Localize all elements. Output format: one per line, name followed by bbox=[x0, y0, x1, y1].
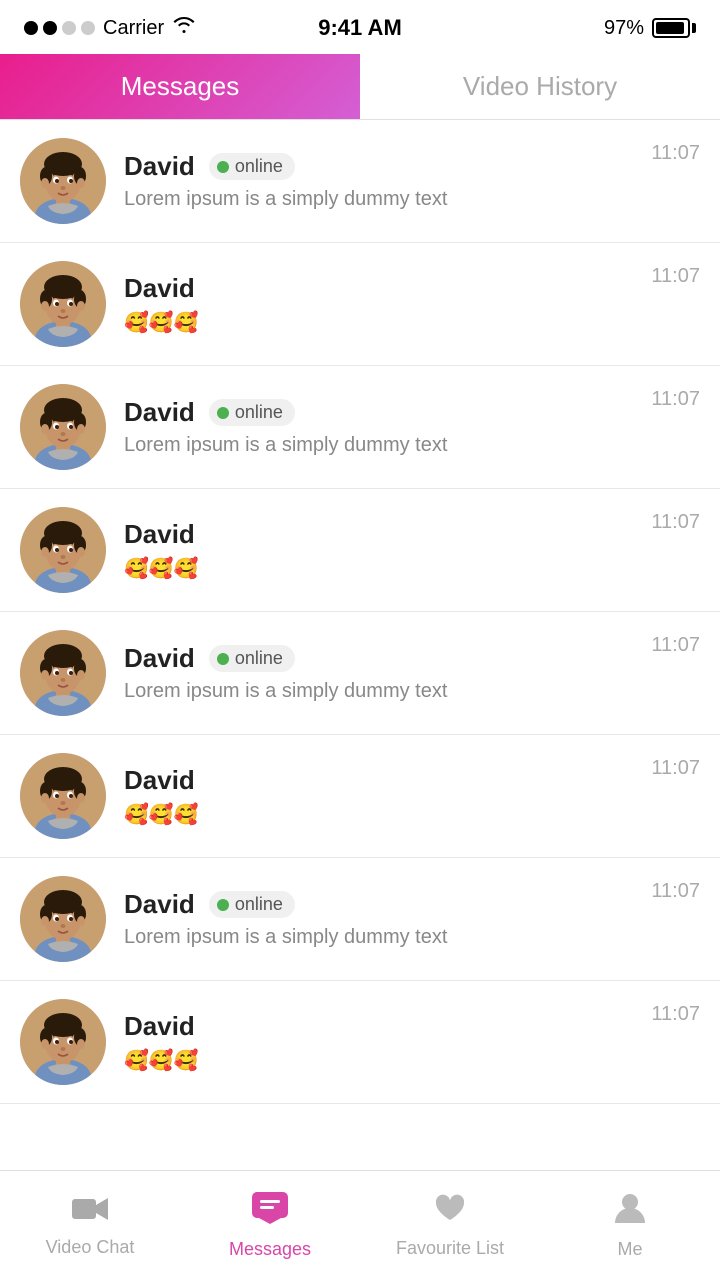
signal-dot-4 bbox=[81, 21, 95, 35]
tab-video-history[interactable]: Video History bbox=[360, 54, 720, 119]
signal-dot-3 bbox=[62, 21, 76, 35]
message-preview: Lorem ipsum is a simply dummy text bbox=[124, 926, 633, 949]
battery-icon bbox=[652, 18, 696, 38]
status-right: 97% bbox=[604, 17, 696, 40]
message-content: David online Lorem ipsum is a simply dum… bbox=[124, 151, 633, 211]
message-content: David 🥰🥰🥰 bbox=[124, 519, 633, 581]
message-time: 11:07 bbox=[651, 388, 700, 411]
nav-video-chat-label: Video Chat bbox=[46, 1237, 135, 1258]
message-content: David 🥰🥰🥰 bbox=[124, 765, 633, 827]
message-item[interactable]: David 🥰🥰🥰 11:07 bbox=[0, 243, 720, 366]
signal-dot-2 bbox=[43, 21, 57, 35]
message-time: 11:07 bbox=[651, 142, 700, 165]
message-name: David bbox=[124, 397, 195, 428]
message-item[interactable]: David 🥰🥰🥰 11:07 bbox=[0, 489, 720, 612]
wifi-icon bbox=[172, 16, 196, 40]
signal-dot-1 bbox=[24, 21, 38, 35]
message-preview: Lorem ipsum is a simply dummy text bbox=[124, 434, 633, 457]
nav-messages[interactable]: Messages bbox=[180, 1171, 360, 1280]
message-header: David bbox=[124, 1011, 633, 1042]
message-header: David bbox=[124, 519, 633, 550]
online-label: online bbox=[235, 648, 283, 669]
me-icon bbox=[614, 1191, 646, 1233]
message-content: David 🥰🥰🥰 bbox=[124, 1011, 633, 1073]
message-name: David bbox=[124, 765, 195, 796]
online-dot bbox=[217, 161, 229, 173]
video-chat-icon bbox=[71, 1194, 109, 1231]
message-content: David online Lorem ipsum is a simply dum… bbox=[124, 643, 633, 703]
nav-favourite-label: Favourite List bbox=[396, 1238, 504, 1259]
avatar bbox=[20, 753, 106, 839]
online-badge: online bbox=[209, 399, 295, 426]
battery-percent: 97% bbox=[604, 17, 644, 40]
avatar bbox=[20, 876, 106, 962]
online-dot bbox=[217, 407, 229, 419]
message-header: David online bbox=[124, 397, 633, 428]
status-bar: Carrier 9:41 AM 97% bbox=[0, 0, 720, 54]
message-item[interactable]: David online Lorem ipsum is a simply dum… bbox=[0, 858, 720, 981]
nav-video-chat[interactable]: Video Chat bbox=[0, 1171, 180, 1280]
message-name: David bbox=[124, 151, 195, 182]
tab-bar: Messages Video History bbox=[0, 54, 720, 120]
message-name: David bbox=[124, 519, 195, 550]
message-time: 11:07 bbox=[651, 511, 700, 534]
online-label: online bbox=[235, 156, 283, 177]
message-header: David bbox=[124, 765, 633, 796]
message-item[interactable]: David online Lorem ipsum is a simply dum… bbox=[0, 120, 720, 243]
message-preview: Lorem ipsum is a simply dummy text bbox=[124, 680, 633, 703]
signal-dots bbox=[24, 21, 95, 35]
message-header: David bbox=[124, 273, 633, 304]
avatar bbox=[20, 261, 106, 347]
message-time: 11:07 bbox=[651, 265, 700, 288]
tab-messages[interactable]: Messages bbox=[0, 54, 360, 119]
avatar bbox=[20, 630, 106, 716]
avatar bbox=[20, 999, 106, 1085]
message-name: David bbox=[124, 273, 195, 304]
online-label: online bbox=[235, 894, 283, 915]
status-left: Carrier bbox=[24, 16, 196, 40]
online-dot bbox=[217, 899, 229, 911]
message-content: David online Lorem ipsum is a simply dum… bbox=[124, 889, 633, 949]
message-content: David 🥰🥰🥰 bbox=[124, 273, 633, 335]
online-label: online bbox=[235, 402, 283, 423]
nav-me-label: Me bbox=[617, 1239, 642, 1260]
nav-favourite-list[interactable]: Favourite List bbox=[360, 1171, 540, 1280]
message-content: David online Lorem ipsum is a simply dum… bbox=[124, 397, 633, 457]
message-time: 11:07 bbox=[651, 757, 700, 780]
message-time: 11:07 bbox=[651, 1003, 700, 1026]
online-dot bbox=[217, 653, 229, 665]
message-header: David online bbox=[124, 889, 633, 920]
status-time: 9:41 AM bbox=[318, 15, 402, 41]
message-name: David bbox=[124, 889, 195, 920]
message-list: David online Lorem ipsum is a simply dum… bbox=[0, 120, 720, 1104]
message-preview: 🥰🥰🥰 bbox=[124, 1048, 633, 1073]
bottom-nav: Video Chat Messages Favourite List bbox=[0, 1170, 720, 1280]
message-item[interactable]: David 🥰🥰🥰 11:07 bbox=[0, 981, 720, 1104]
message-preview: 🥰🥰🥰 bbox=[124, 556, 633, 581]
message-name: David bbox=[124, 643, 195, 674]
message-time: 11:07 bbox=[651, 634, 700, 657]
online-badge: online bbox=[209, 891, 295, 918]
message-header: David online bbox=[124, 643, 633, 674]
nav-me[interactable]: Me bbox=[540, 1171, 720, 1280]
avatar bbox=[20, 507, 106, 593]
message-header: David online bbox=[124, 151, 633, 182]
message-item[interactable]: David online Lorem ipsum is a simply dum… bbox=[0, 366, 720, 489]
nav-messages-label: Messages bbox=[229, 1239, 311, 1260]
messages-icon bbox=[251, 1191, 289, 1233]
message-preview: Lorem ipsum is a simply dummy text bbox=[124, 188, 633, 211]
message-time: 11:07 bbox=[651, 880, 700, 903]
online-badge: online bbox=[209, 153, 295, 180]
message-item[interactable]: David online Lorem ipsum is a simply dum… bbox=[0, 612, 720, 735]
avatar bbox=[20, 138, 106, 224]
carrier-label: Carrier bbox=[103, 17, 164, 40]
online-badge: online bbox=[209, 645, 295, 672]
message-item[interactable]: David 🥰🥰🥰 11:07 bbox=[0, 735, 720, 858]
message-preview: 🥰🥰🥰 bbox=[124, 310, 633, 335]
avatar bbox=[20, 384, 106, 470]
favourite-icon bbox=[433, 1192, 467, 1232]
message-name: David bbox=[124, 1011, 195, 1042]
message-preview: 🥰🥰🥰 bbox=[124, 802, 633, 827]
